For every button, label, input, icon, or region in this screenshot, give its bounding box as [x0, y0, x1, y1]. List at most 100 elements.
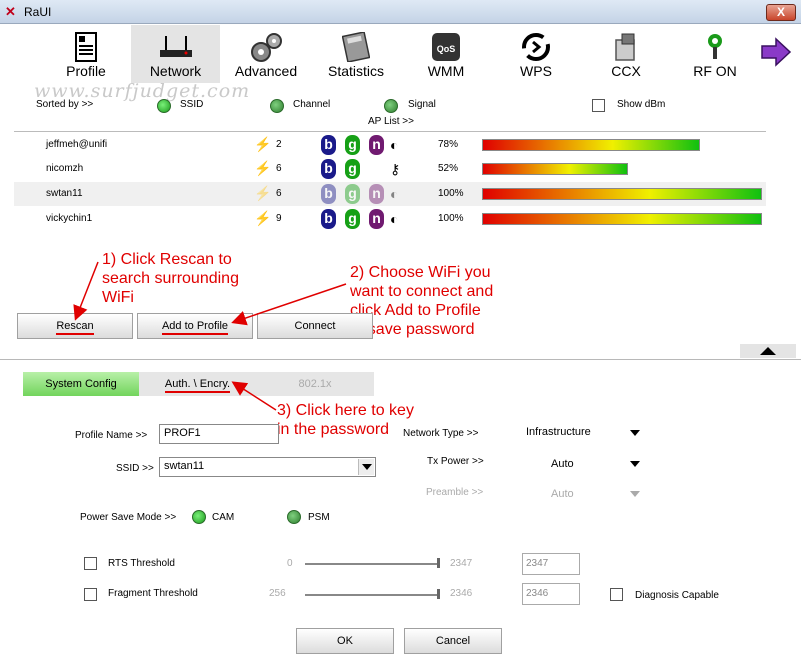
calculator-icon: [342, 32, 370, 62]
toolbar-wps-label: WPS: [520, 63, 552, 79]
annotation-step-3: 3) Click here to key in the password: [277, 401, 414, 439]
rts-max-label: 2347: [450, 558, 473, 569]
ap-channel: 6: [276, 188, 282, 199]
tab-8021x[interactable]: 802.1x: [256, 372, 374, 396]
profile-name-input[interactable]: PROF1: [159, 424, 279, 444]
qos-icon: QoS: [432, 33, 460, 61]
ssid-label: SSID >>: [116, 463, 154, 474]
signal-bar: [482, 188, 762, 200]
toolbar-ccx[interactable]: CCX: [583, 25, 669, 83]
diagnosis-capable-checkbox[interactable]: [610, 588, 623, 601]
ssid-select[interactable]: swtan11: [159, 457, 376, 477]
rts-value-input[interactable]: 2347: [522, 553, 580, 575]
rts-slider[interactable]: [305, 563, 440, 565]
ap-signal-percent: 52%: [438, 163, 459, 174]
annotation-arrow-1: [73, 261, 99, 321]
mode-g-icon: g: [345, 209, 360, 229]
toolbar-wps[interactable]: WPS: [493, 25, 579, 83]
sort-channel-radio[interactable]: [270, 99, 284, 113]
ap-row[interactable]: vickychin1 ⚡ 9 b g n ◐ 100%: [14, 207, 766, 231]
toolbar-statistics-label: Statistics: [327, 63, 384, 79]
ok-button[interactable]: OK: [296, 628, 394, 654]
signal-bar: [482, 139, 700, 151]
rts-min-label: 0: [287, 558, 293, 569]
sort-ssid-radio[interactable]: [157, 99, 171, 113]
fragment-value-input[interactable]: 2346: [522, 583, 580, 605]
toolbar-profile[interactable]: Profile: [44, 25, 128, 83]
power-save-cam-label: CAM: [212, 512, 235, 523]
power-save-label: Power Save Mode >>: [80, 512, 177, 523]
toolbar-statistics[interactable]: Statistics: [313, 25, 399, 83]
annotation-line: in the password: [277, 421, 390, 438]
preamble-label: Preamble >>: [426, 487, 484, 498]
right-arrow-icon[interactable]: [760, 37, 792, 67]
tab-system-config[interactable]: System Config: [23, 372, 139, 396]
window-title: RaUI: [24, 5, 52, 19]
toolbar-wmm-label: WMM: [427, 63, 465, 79]
toolbar-profile-label: Profile: [66, 63, 106, 79]
add-to-profile-label: Add to Profile: [161, 320, 229, 335]
ap-row-selected[interactable]: swtan11 ⚡ 6 b g n ◐ 100%: [14, 182, 766, 206]
signal-strength-icon: ⚡: [254, 160, 272, 176]
fragment-slider[interactable]: [305, 594, 440, 596]
close-button[interactable]: X: [766, 4, 796, 21]
rescan-label: Rescan: [56, 320, 94, 335]
toolbar-network[interactable]: Network: [131, 25, 220, 83]
mode-b-icon: b: [321, 209, 336, 229]
ap-row[interactable]: jeffmeh@unifi ⚡ 2 b g n ◐ 78%: [14, 133, 766, 157]
sort-signal-radio[interactable]: [384, 99, 398, 113]
toolbar-rf-on[interactable]: RF ON: [672, 25, 758, 83]
dropdown-button[interactable]: [358, 459, 374, 475]
ap-list-title: AP List >>: [368, 116, 414, 127]
signal-strength-icon: ⚡: [254, 136, 272, 152]
tx-power-value[interactable]: Auto: [551, 458, 574, 470]
add-to-profile-button[interactable]: Add to Profile: [137, 313, 253, 339]
rts-threshold-checkbox[interactable]: [84, 557, 97, 570]
power-save-cam-radio[interactable]: [192, 510, 206, 524]
section-divider: [0, 359, 801, 360]
power-save-psm-radio[interactable]: [287, 510, 301, 524]
chevron-down-icon[interactable]: [630, 430, 640, 436]
router-icon: [159, 36, 192, 57]
ap-row[interactable]: nicomzh ⚡ 6 b g ⚷ 52%: [14, 157, 766, 181]
mode-n-icon: n: [369, 135, 384, 155]
mode-b-icon: b: [321, 135, 336, 155]
rescan-button[interactable]: Rescan: [17, 313, 133, 339]
collapse-button[interactable]: [740, 344, 796, 358]
power-save-psm-label: PSM: [308, 512, 330, 523]
wps-icon: [522, 33, 550, 61]
antenna-icon: [708, 34, 722, 59]
annotation-step-1: 1) Click Rescan to search surrounding Wi…: [102, 250, 239, 307]
profile-icon: [75, 32, 97, 62]
chevron-down-icon: [362, 464, 372, 470]
network-type-value[interactable]: Infrastructure: [526, 426, 591, 438]
wps-security-icon: ◐: [390, 186, 399, 202]
fragment-threshold-checkbox[interactable]: [84, 588, 97, 601]
fragment-threshold-label: Fragment Threshold: [108, 588, 198, 599]
rts-slider-thumb[interactable]: [437, 558, 440, 568]
tab-auth-encry[interactable]: Auth. \ Encry.: [139, 372, 256, 396]
toolbar-network-label: Network: [149, 63, 202, 79]
mode-n-icon: n: [369, 209, 384, 229]
fragment-slider-thumb[interactable]: [437, 589, 440, 599]
signal-strength-icon: ⚡: [254, 185, 272, 201]
toolbar-advanced[interactable]: Advanced: [222, 25, 310, 83]
mode-n-icon: n: [369, 184, 384, 204]
ccx-icon: [615, 33, 635, 61]
fragment-min-label: 256: [269, 588, 286, 599]
key-security-icon: ⚷: [390, 161, 401, 177]
svg-text:QoS: QoS: [437, 44, 456, 54]
toolbar-wmm[interactable]: QoS WMM: [403, 25, 489, 83]
show-dbm-checkbox[interactable]: [592, 99, 605, 112]
chevron-down-icon[interactable]: [630, 461, 640, 467]
ap-signal-percent: 100%: [438, 188, 464, 199]
toolbar-rf-on-label: RF ON: [693, 63, 737, 79]
profile-name-label: Profile Name >>: [75, 430, 148, 441]
cancel-button[interactable]: Cancel: [404, 628, 502, 654]
ap-list: jeffmeh@unifi ⚡ 2 b g n ◐ 78% nicomzh ⚡ …: [14, 131, 766, 231]
connect-button[interactable]: Connect: [257, 313, 373, 339]
toolbar-advanced-label: Advanced: [234, 63, 298, 79]
annotation-line: WiFi: [102, 289, 134, 306]
ap-signal-percent: 78%: [438, 139, 459, 150]
ap-signal-percent: 100%: [438, 213, 464, 224]
